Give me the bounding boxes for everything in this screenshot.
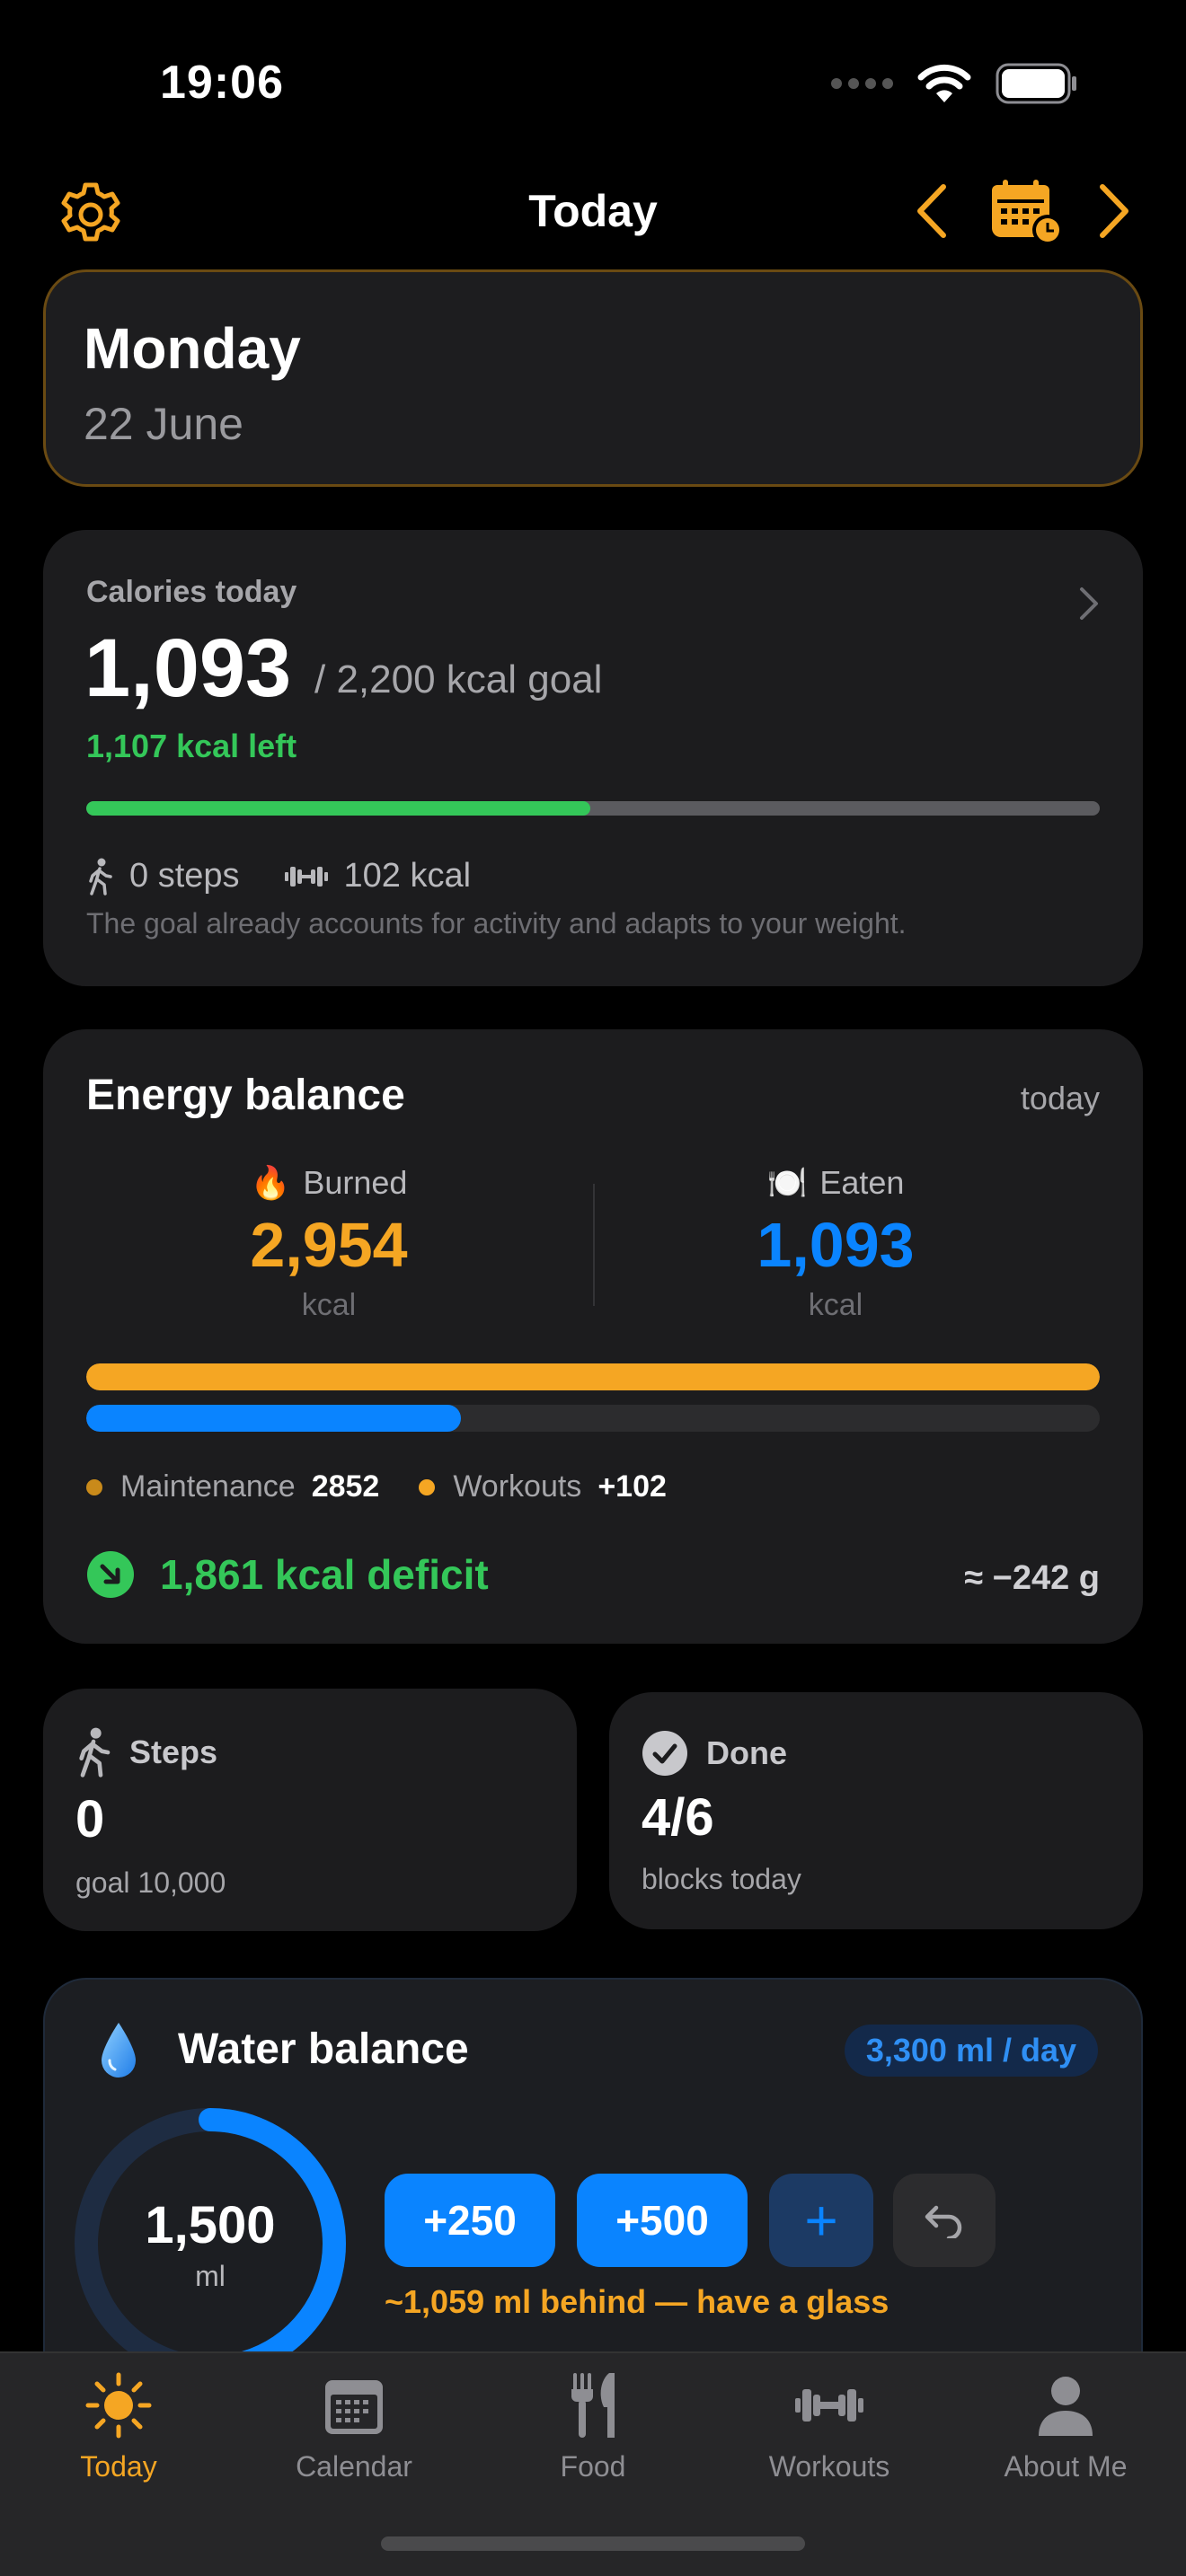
done-card[interactable]: Done 4/6 blocks today — [609, 1692, 1143, 1929]
water-drop-icon — [102, 2023, 136, 2078]
calories-card[interactable]: Calories today 1,093 / 2,200 kcal goal 1… — [43, 530, 1143, 986]
sun-icon — [85, 2372, 152, 2439]
energy-balance-card: Energy balance today 🔥 Burned 2,954 kcal… — [43, 1029, 1143, 1644]
status-time: 19:06 — [160, 57, 284, 109]
legend-workouts-label: Workouts — [453, 1469, 582, 1504]
dumbbell-icon — [284, 866, 328, 887]
calories-progress-fill — [86, 801, 590, 816]
tab-today[interactable]: Today — [2, 2369, 235, 2483]
undo-arrow-icon — [925, 2205, 962, 2238]
done-card-sub: blocks today — [642, 1863, 801, 1895]
steps-card-value: 0 — [75, 1790, 105, 1848]
eaten-bar-fill — [86, 1405, 462, 1432]
next-day-chevron-icon[interactable] — [1092, 180, 1137, 243]
tab-food-label: Food — [560, 2450, 626, 2483]
home-indicator[interactable] — [381, 2536, 805, 2551]
active-kcal-text: 102 kcal — [343, 857, 472, 895]
calendar-icon — [325, 2380, 383, 2434]
tab-today-label: Today — [80, 2450, 157, 2483]
checkmark-circle-icon — [642, 1731, 687, 1776]
energy-title: Energy balance — [86, 1072, 405, 1119]
burned-unit: kcal — [301, 1288, 357, 1322]
water-status-message: ~1,059 ml behind — have a glass — [385, 2283, 890, 2320]
walking-icon — [79, 1727, 111, 1778]
cellular-icon — [831, 78, 893, 89]
burned-bar — [86, 1363, 1100, 1390]
add-250ml-button[interactable]: +250 — [385, 2174, 555, 2267]
burned-label: Burned — [303, 1164, 408, 1201]
arrow-down-right-circle-icon — [87, 1551, 134, 1598]
tab-about-me-label: About Me — [1004, 2450, 1128, 2483]
status-icons — [830, 63, 1078, 104]
tab-workouts[interactable]: Workouts — [712, 2369, 946, 2483]
steps-stat: 0 steps — [86, 857, 240, 895]
steps-card[interactable]: Steps 0 goal 10,000 — [43, 1689, 577, 1931]
burned-bar-fill — [86, 1363, 1100, 1390]
undo-water-button[interactable] — [893, 2174, 996, 2267]
eaten-value: 1,093 — [757, 1210, 915, 1280]
tab-about-me[interactable]: About Me — [949, 2369, 1182, 2483]
wifi-icon — [917, 64, 971, 102]
energy-period: today — [1020, 1080, 1100, 1116]
water-value: 1,500 — [145, 2196, 276, 2254]
deficit-text: 1,861 kcal deficit — [160, 1551, 489, 1598]
add-500ml-button[interactable]: +500 — [577, 2174, 748, 2267]
tab-workouts-label: Workouts — [768, 2450, 890, 2483]
fork-knife-icon — [571, 2373, 615, 2438]
workouts-dot — [419, 1478, 436, 1495]
eaten-bar — [86, 1405, 1100, 1432]
energy-divider — [593, 1184, 595, 1306]
calories-goal: / 2,200 kcal goal — [314, 657, 603, 701]
walking-icon — [89, 858, 112, 895]
active-kcal-stat: 102 kcal — [284, 857, 472, 895]
steps-card-goal: goal 10,000 — [75, 1866, 226, 1899]
eaten-column: 🍽️ Eaten 1,093 kcal — [647, 1164, 1024, 1323]
burned-column: 🔥 Burned 2,954 kcal — [140, 1164, 518, 1323]
day-date: 22 June — [84, 399, 243, 449]
calories-note: The goal already accounts for activity a… — [86, 907, 907, 940]
water-unit: ml — [195, 2260, 226, 2292]
date-card[interactable]: Monday 22 June — [43, 269, 1143, 487]
battery-icon — [996, 63, 1076, 104]
steps-stat-text: 0 steps — [129, 857, 240, 895]
day-name: Monday — [84, 316, 301, 381]
legend-maintenance-value: 2852 — [311, 1469, 380, 1504]
legend-maintenance-label: Maintenance — [120, 1469, 296, 1504]
tab-calendar[interactable]: Calendar — [237, 2369, 471, 2483]
tab-calendar-label: Calendar — [296, 2450, 412, 2483]
calories-progress-bar — [86, 801, 1100, 816]
water-goal-badge[interactable]: 3,300 ml / day — [844, 2025, 1098, 2077]
add-custom-water-button[interactable]: + — [769, 2174, 873, 2267]
plate-icon: 🍽️ — [766, 1164, 808, 1201]
dumbbell-icon — [795, 2389, 863, 2422]
calories-value: 1,093 — [84, 622, 292, 714]
legend-workouts-value: +102 — [597, 1469, 667, 1504]
calories-label: Calories today — [86, 575, 297, 609]
calories-stats: 0 steps 102 kcal — [86, 857, 516, 895]
eaten-unit: kcal — [808, 1288, 863, 1322]
burned-value: 2,954 — [250, 1210, 408, 1280]
eaten-label: Eaten — [819, 1164, 905, 1201]
water-title: Water balance — [178, 2025, 469, 2073]
calendar-clock-icon[interactable] — [988, 176, 1066, 248]
fire-icon: 🔥 — [250, 1164, 291, 1201]
done-card-value: 4/6 — [642, 1788, 714, 1847]
weight-change-estimate: ≈ −242 g — [964, 1559, 1100, 1597]
person-icon — [1039, 2377, 1093, 2436]
deficit-row: 1,861 kcal deficit — [86, 1550, 489, 1599]
calories-left: 1,107 kcal left — [86, 728, 297, 764]
done-card-title: Done — [706, 1734, 787, 1771]
energy-legend: Maintenance 2852 Workouts +102 — [86, 1469, 706, 1504]
chevron-right-icon — [1080, 587, 1098, 620]
tab-food[interactable]: Food — [476, 2369, 710, 2483]
maintenance-dot — [86, 1478, 102, 1495]
steps-card-title: Steps — [129, 1734, 218, 1770]
previous-day-chevron-icon[interactable] — [909, 180, 954, 243]
